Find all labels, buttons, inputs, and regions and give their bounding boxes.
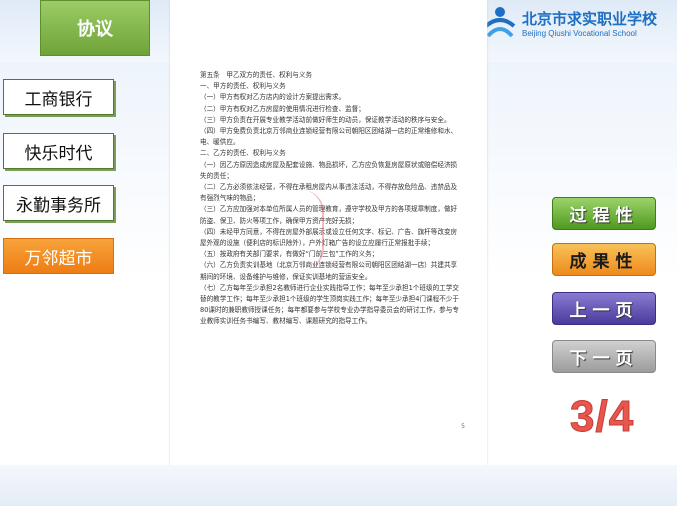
process-button[interactable]: 过程性: [552, 197, 656, 230]
prev-page-button[interactable]: 上一页: [552, 292, 656, 325]
doc-line: （三）乙方应加强对本单位所属人员的管理教育，遵守学校及甲方的各项规章制度，做好防…: [200, 205, 458, 225]
agreement-document: 第五条 甲乙双方的责任、权利与义务 一、甲方的责任、权利与义务 （一）甲方有权对…: [170, 0, 487, 470]
doc-line: （四）甲方免费负责北京万邻商业连锁经营有限公司朝阳区团结湖一店的正常维修和水、电…: [200, 127, 458, 147]
doc-line: （七）乙方每年至少承担2名教师进行企业实践指导工作；每年至少承担1个班级的工学交…: [200, 283, 459, 326]
next-page-button[interactable]: 下一页: [552, 340, 656, 373]
doc-line: （一）甲方有权对乙方店内的设计方案提出需求。: [200, 93, 346, 102]
doc-line: （二）甲方有权对乙方房屋的使用情况进行检查、监督；: [200, 104, 365, 113]
doc-line: （六）乙方负责实训基地（北京万邻商业连锁经营有限公司朝阳区团结湖一店）共建共享期…: [200, 261, 458, 281]
seal-stamp-mark: [302, 190, 324, 270]
result-button[interactable]: 成果性: [552, 243, 656, 276]
document-page-number: 5: [461, 423, 465, 430]
document-body: 第五条 甲乙双方的责任、权利与义务 一、甲方的责任、权利与义务 （一）甲方有权对…: [200, 70, 462, 328]
doc-line: 第五条 甲乙双方的责任、权利与义务: [200, 71, 313, 79]
page-indicator: 3/4: [569, 392, 635, 442]
doc-line: （三）甲方负责在开展专业教学活动前做好师生的动员，保证教学活动的秩序与安全。: [200, 115, 451, 124]
nav-item-wanlin-supermarket[interactable]: 万邻超市: [3, 238, 114, 274]
nav-item-label: 工商银行: [24, 89, 93, 110]
nav-item-yongqin-firm[interactable]: 永勤事务所: [3, 185, 114, 221]
doc-line: （二）乙方必须依法经营，不得在承租房屋内从事违法活动，不得存放危险品、违禁品及有…: [200, 183, 458, 203]
nav-item-label: 万邻超市: [24, 248, 93, 269]
logo-name-en: Beijing Qiushi Vocational School: [522, 29, 637, 38]
bottom-bar: [0, 465, 677, 506]
school-logo: 北京市求实职业学校 Beijing Qiushi Vocational Scho…: [482, 4, 672, 48]
nav-item-label: 永勤事务所: [16, 195, 101, 216]
school-logo-icon: [484, 7, 516, 38]
nav-item-label: 快乐时代: [24, 143, 93, 164]
doc-line: 一、甲方的责任、权利与义务: [200, 82, 286, 91]
page-title-tab: 协议: [40, 0, 150, 56]
nav-item-icbc[interactable]: 工商银行: [3, 79, 114, 115]
nav-item-happy-times[interactable]: 快乐时代: [3, 133, 114, 169]
doc-line: （五）按政府有关部门要求，有做好“门前三包”工作的义务；: [200, 250, 379, 259]
doc-line: 二、乙方的责任、权利与义务: [200, 149, 286, 158]
doc-line: （一）因乙方原因造成房屋及配套设施、物品损坏，乙方应负恢复房屋原状或赔偿经济损失…: [200, 160, 458, 180]
logo-name-cn: 北京市求实职业学校: [522, 10, 658, 28]
doc-line: （四）未经甲方同意，不得在房屋外部展示或设立任何文字、标记、广告、旗杆等改变房屋…: [200, 227, 458, 248]
